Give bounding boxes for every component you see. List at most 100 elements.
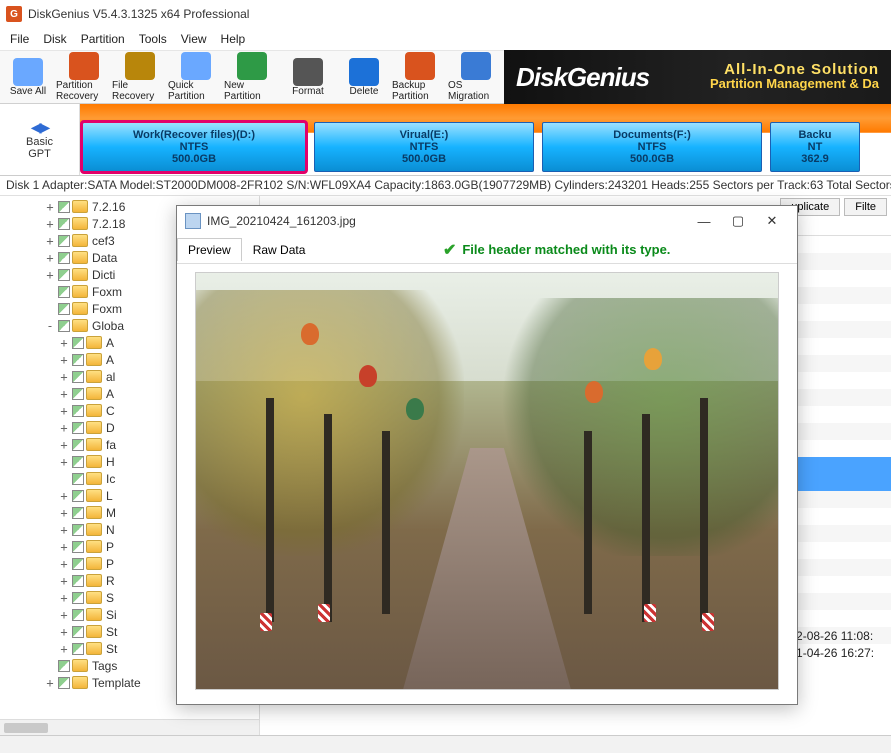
- toolbar-save-all[interactable]: Save All: [0, 50, 56, 104]
- checkbox[interactable]: [72, 558, 84, 570]
- expand-icon[interactable]: +: [44, 676, 56, 690]
- expand-icon[interactable]: +: [58, 404, 70, 418]
- checkbox[interactable]: [58, 677, 70, 689]
- checkbox[interactable]: [72, 388, 84, 400]
- checkbox[interactable]: [72, 405, 84, 417]
- menu-disk[interactable]: Disk: [43, 32, 66, 46]
- minimize-button[interactable]: —: [687, 210, 721, 232]
- checkbox[interactable]: [72, 592, 84, 604]
- expand-icon[interactable]: +: [58, 370, 70, 384]
- folder-icon: [72, 217, 88, 230]
- toolbar-label: New Partition: [224, 80, 280, 102]
- expand-icon[interactable]: +: [58, 574, 70, 588]
- menu-tools[interactable]: Tools: [139, 32, 167, 46]
- expand-icon[interactable]: +: [58, 336, 70, 350]
- partition-block[interactable]: Virual(E:)NTFS500.0GB: [314, 122, 534, 172]
- tab-preview[interactable]: Preview: [177, 238, 242, 261]
- preview-tabs: Preview Raw Data ✔ File header matched w…: [177, 236, 797, 264]
- toolbar-partition-recovery[interactable]: Partition Recovery: [56, 50, 112, 104]
- checkbox[interactable]: [72, 422, 84, 434]
- expand-icon[interactable]: +: [44, 251, 56, 265]
- toolbar-format[interactable]: Format: [280, 50, 336, 104]
- checkbox[interactable]: [58, 201, 70, 213]
- folder-icon: [86, 472, 102, 485]
- checkbox[interactable]: [72, 524, 84, 536]
- partition-fs: NTFS: [410, 141, 439, 153]
- expand-icon[interactable]: +: [58, 523, 70, 537]
- toolbar-new-partition[interactable]: New Partition: [224, 50, 280, 104]
- expand-icon[interactable]: +: [58, 642, 70, 656]
- toolbar-label: Partition Recovery: [56, 80, 112, 102]
- expand-icon[interactable]: +: [58, 387, 70, 401]
- expand-icon[interactable]: +: [58, 591, 70, 605]
- checkbox[interactable]: [58, 286, 70, 298]
- expand-icon[interactable]: +: [58, 438, 70, 452]
- menu-file[interactable]: File: [10, 32, 29, 46]
- app-logo-icon: G: [6, 6, 22, 22]
- tree-h-scrollbar[interactable]: [0, 719, 259, 735]
- menu-partition[interactable]: Partition: [81, 32, 125, 46]
- checkbox[interactable]: [72, 643, 84, 655]
- expand-icon[interactable]: +: [58, 540, 70, 554]
- expand-icon[interactable]: +: [58, 353, 70, 367]
- expand-icon[interactable]: +: [58, 608, 70, 622]
- expand-icon[interactable]: +: [44, 234, 56, 248]
- expand-icon[interactable]: +: [58, 625, 70, 639]
- expand-icon[interactable]: +: [58, 421, 70, 435]
- expand-icon[interactable]: +: [58, 506, 70, 520]
- checkbox[interactable]: [58, 235, 70, 247]
- expand-icon[interactable]: +: [58, 557, 70, 571]
- checkbox[interactable]: [72, 507, 84, 519]
- tab-raw-data[interactable]: Raw Data: [242, 238, 317, 261]
- checkbox[interactable]: [72, 541, 84, 553]
- expand-icon[interactable]: +: [58, 489, 70, 503]
- checkbox[interactable]: [58, 303, 70, 315]
- checkbox[interactable]: [58, 660, 70, 672]
- checkbox[interactable]: [58, 252, 70, 264]
- folder-icon: [86, 506, 102, 519]
- preview-dialog[interactable]: IMG_20210424_161203.jpg — ▢ ✕ Preview Ra…: [176, 205, 798, 705]
- checkbox[interactable]: [72, 439, 84, 451]
- expand-icon[interactable]: +: [44, 268, 56, 282]
- checkbox[interactable]: [72, 456, 84, 468]
- expand-icon[interactable]: +: [58, 455, 70, 469]
- partition-block[interactable]: Work(Recover files)(D:)NTFS500.0GB: [82, 122, 306, 172]
- checkbox[interactable]: [58, 269, 70, 281]
- checkbox[interactable]: [72, 337, 84, 349]
- checkbox[interactable]: [58, 218, 70, 230]
- file-recovery-icon: [125, 52, 155, 80]
- disk-nav[interactable]: ◀▶ Basic GPT: [0, 104, 80, 175]
- toolbar-file-recovery[interactable]: File Recovery: [112, 50, 168, 104]
- disk-type: Basic: [26, 136, 53, 148]
- preview-titlebar[interactable]: IMG_20210424_161203.jpg — ▢ ✕: [177, 206, 797, 236]
- toolbar-quick-partition[interactable]: Quick Partition: [168, 50, 224, 104]
- checkbox[interactable]: [72, 626, 84, 638]
- partition-block[interactable]: BackuNT362.9: [770, 122, 860, 172]
- disk-info-line: Disk 1 Adapter:SATA Model:ST2000DM008-2F…: [0, 176, 891, 196]
- checkbox[interactable]: [72, 490, 84, 502]
- checkbox[interactable]: [72, 575, 84, 587]
- tree-label: A: [106, 336, 114, 350]
- checkbox[interactable]: [72, 354, 84, 366]
- expand-icon[interactable]: +: [44, 200, 56, 214]
- checkbox[interactable]: [58, 320, 70, 332]
- toolbar-delete[interactable]: Delete: [336, 50, 392, 104]
- filter-button[interactable]: Filte: [844, 198, 887, 216]
- checkbox[interactable]: [72, 609, 84, 621]
- toolbar-backup-partition[interactable]: Backup Partition: [392, 50, 448, 104]
- expand-icon[interactable]: +: [44, 217, 56, 231]
- partition-block[interactable]: Documents(F:)NTFS500.0GB: [542, 122, 762, 172]
- tree-label: P: [106, 557, 114, 571]
- close-button[interactable]: ✕: [755, 210, 789, 232]
- delete-icon: [349, 58, 379, 86]
- checkbox[interactable]: [72, 371, 84, 383]
- menu-help[interactable]: Help: [221, 32, 246, 46]
- checkbox[interactable]: [72, 473, 84, 485]
- folder-icon: [86, 421, 102, 434]
- expand-icon[interactable]: -: [44, 319, 56, 333]
- menu-view[interactable]: View: [181, 32, 207, 46]
- folder-icon: [86, 540, 102, 553]
- quick-partition-icon: [181, 52, 211, 80]
- maximize-button[interactable]: ▢: [721, 210, 755, 232]
- toolbar-os-migration[interactable]: OS Migration: [448, 50, 504, 104]
